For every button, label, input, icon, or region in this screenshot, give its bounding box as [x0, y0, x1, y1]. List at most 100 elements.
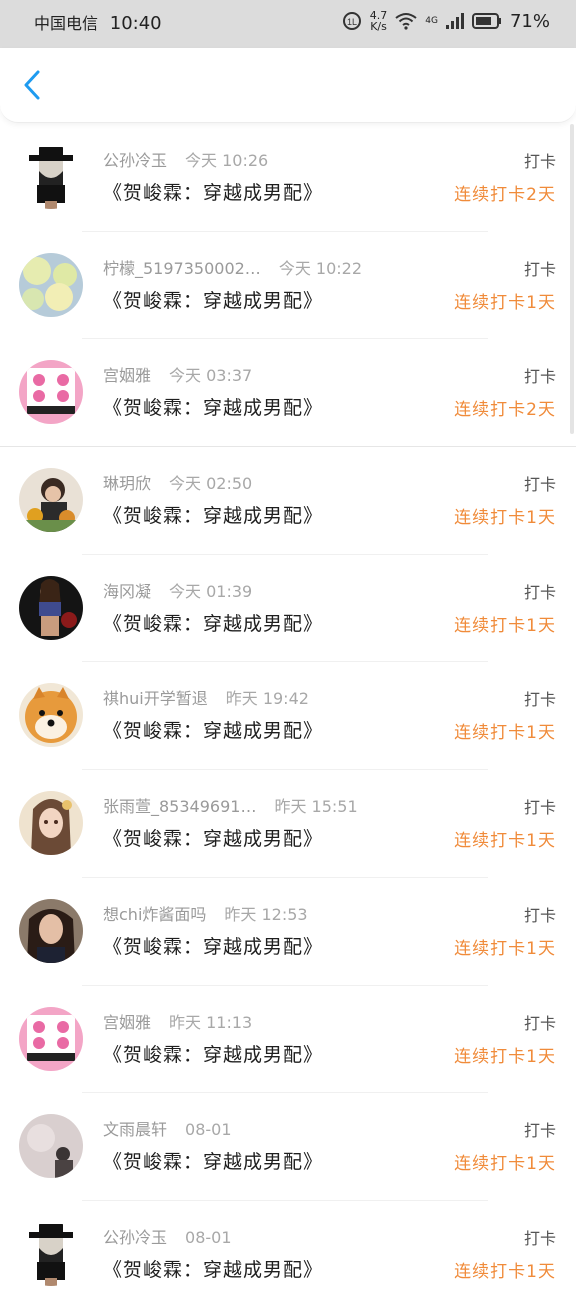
avatar[interactable]	[19, 1221, 83, 1286]
list-item[interactable]: 想chi炸酱面吗 昨天 12:53 《贺峻霖：穿越成男配》 打卡 连续打卡1天	[0, 878, 576, 986]
timestamp: 昨天 11:13	[169, 1012, 253, 1032]
book-title[interactable]: 《贺峻霖：穿越成男配》	[103, 393, 323, 420]
book-title[interactable]: 《贺峻霖：穿越成男配》	[103, 1255, 323, 1282]
username[interactable]: 公孙冷玉	[103, 1228, 167, 1247]
checkin-label: 打卡	[523, 690, 556, 710]
book-title[interactable]: 《贺峻霖：穿越成男配》	[103, 501, 323, 528]
timestamp: 昨天 19:42	[225, 689, 309, 709]
list-item[interactable]: 宫姻雅 昨天 11:13 《贺峻霖：穿越成男配》 打卡 连续打卡1天	[0, 986, 576, 1094]
battery-level: 71%	[509, 10, 550, 32]
streak-label: 连续打卡1天	[454, 615, 556, 636]
list-item[interactable]: 祺hui开学暂退 昨天 19:42 《贺峻霖：穿越成男配》 打卡 连续打卡1天	[0, 662, 576, 771]
svg-text:1L: 1L	[347, 17, 357, 27]
streak-label: 连续打卡1天	[454, 938, 556, 959]
avatar[interactable]	[19, 1006, 83, 1071]
book-title[interactable]: 《贺峻霖：穿越成男配》	[103, 1040, 323, 1067]
streak-label: 连续打卡2天	[454, 185, 556, 205]
checkin-label: 打卡	[523, 798, 556, 818]
list-item[interactable]: 宫姻雅 今天 03:37 《贺峻霖：穿越成男配》 打卡 连续打卡2天	[0, 339, 576, 448]
book-title[interactable]: 《贺峻霖：穿越成男配》	[103, 932, 323, 959]
list-item[interactable]: 公孙冷玉 08-01 《贺峻霖：穿越成男配》 打卡 连续打卡1天	[0, 1201, 576, 1309]
streak-label: 连续打卡1天	[454, 1046, 556, 1067]
avatar[interactable]	[19, 145, 83, 209]
pink-panther-avatar-icon	[19, 360, 83, 425]
list-item[interactable]: 文雨晨轩 08-01 《贺峻霖：穿越成男配》 打卡 连续打卡1天	[0, 1093, 576, 1201]
lemon-slices-avatar-icon	[19, 252, 83, 317]
list-item[interactable]: 海冈凝 今天 01:39 《贺峻霖：穿越成男配》 打卡 连续打卡1天	[0, 555, 576, 663]
username[interactable]: 公孙冷玉	[103, 151, 167, 170]
net-speed-unit: K/s	[370, 20, 387, 33]
shiba-dog-avatar-icon	[19, 683, 83, 748]
anime-girl-avatar-icon	[19, 791, 83, 856]
username[interactable]: 海冈凝	[103, 582, 151, 601]
username[interactable]: 想chi炸酱面吗	[103, 905, 206, 924]
back-button[interactable]	[18, 68, 46, 102]
book-title[interactable]: 《贺峻霖：穿越成男配》	[103, 178, 323, 205]
list-item[interactable]: 公孙冷玉 今天 10:26 《贺峻霖：穿越成男配》 打卡 连续打卡2天	[0, 124, 576, 232]
signal-icon	[445, 13, 464, 29]
username[interactable]: 琳玥欣	[103, 474, 151, 493]
avatar[interactable]	[19, 360, 83, 425]
timestamp: 昨天 12:53	[224, 904, 308, 924]
checkin-label: 打卡	[523, 1121, 556, 1141]
item-meta: 柠檬_5197350002… 今天 10:22	[103, 255, 362, 279]
list-item[interactable]: 张雨萱_85349691… 昨天 15:51 《贺峻霖：穿越成男配》 打卡 连续打…	[0, 770, 576, 878]
item-meta: 公孙冷玉 今天 10:26	[103, 147, 268, 171]
streak-label: 连续打卡1天	[454, 831, 556, 852]
username[interactable]: 宫姻雅	[103, 1013, 151, 1032]
masked-figure-avatar-icon	[19, 145, 83, 209]
clock: 10:40	[109, 13, 162, 34]
timestamp: 今天 02:50	[169, 474, 253, 494]
streak-label: 连续打卡1天	[454, 723, 556, 744]
checkin-list: 公孙冷玉 今天 10:26 《贺峻霖：穿越成男配》 打卡 连续打卡2天 柠檬_51…	[0, 124, 576, 1309]
username[interactable]: 祺hui开学暂退	[103, 689, 208, 708]
avatar[interactable]	[19, 1114, 83, 1179]
net-speed: 4.7 K/s	[370, 10, 388, 32]
streak-label: 连续打卡2天	[454, 400, 556, 421]
username[interactable]: 张雨萱_85349691…	[103, 797, 256, 816]
timestamp: 08-01	[185, 1120, 232, 1140]
streak-label: 连续打卡1天	[454, 292, 556, 313]
status-right: 1L 4.7 K/s 4G 71%	[342, 10, 550, 32]
checkin-label: 打卡	[523, 367, 556, 387]
book-title[interactable]: 《贺峻霖：穿越成男配》	[103, 609, 323, 636]
timestamp: 今天 10:26	[185, 151, 269, 170]
girl-portrait-avatar-icon	[19, 898, 83, 963]
avatar[interactable]	[19, 575, 83, 640]
avatar[interactable]	[19, 252, 83, 317]
username[interactable]: 柠檬_5197350002…	[103, 259, 261, 278]
list-item[interactable]: 柠檬_5197350002… 今天 10:22 《贺峻霖：穿越成男配》 打卡 连续…	[0, 232, 576, 340]
book-title[interactable]: 《贺峻霖：穿越成男配》	[103, 716, 323, 743]
item-meta: 海冈凝 今天 01:39	[103, 578, 252, 602]
timestamp: 今天 03:37	[169, 366, 253, 386]
wifi-icon	[395, 13, 417, 30]
timestamp: 今天 01:39	[169, 581, 253, 601]
girl-flowers-avatar-icon	[19, 468, 83, 533]
checkin-label: 打卡	[523, 152, 556, 171]
item-meta: 宫姻雅 今天 03:37	[103, 362, 252, 386]
avatar[interactable]	[19, 683, 83, 748]
book-title[interactable]: 《贺峻霖：穿越成男配》	[103, 824, 323, 851]
item-meta: 文雨晨轩 08-01	[103, 1116, 232, 1140]
book-title[interactable]: 《贺峻霖：穿越成男配》	[103, 1147, 323, 1174]
streak-label: 连续打卡1天	[454, 1154, 556, 1175]
avatar[interactable]	[19, 791, 83, 856]
item-meta: 公孙冷玉 08-01	[103, 1224, 232, 1248]
item-meta: 张雨萱_85349691… 昨天 15:51	[103, 793, 358, 817]
list-item[interactable]: 琳玥欣 今天 02:50 《贺峻霖：穿越成男配》 打卡 连续打卡1天	[0, 447, 576, 555]
checkin-label: 打卡	[523, 905, 556, 925]
blurry-person-avatar-icon	[19, 1114, 83, 1179]
checkin-label: 打卡	[523, 475, 556, 495]
chevron-left-icon	[24, 70, 40, 100]
avatar[interactable]	[19, 898, 83, 963]
checkin-label: 打卡	[523, 1228, 556, 1248]
username[interactable]: 宫姻雅	[103, 366, 151, 385]
network-type: 4G	[425, 16, 438, 26]
checkin-label: 打卡	[523, 582, 556, 602]
book-title[interactable]: 《贺峻霖：穿越成男配》	[103, 286, 323, 313]
scrollbar[interactable]	[570, 124, 574, 434]
avatar[interactable]	[19, 468, 83, 533]
status-left: 中国电信 10:40	[34, 10, 162, 34]
fitness-woman-avatar-icon	[19, 575, 83, 640]
username[interactable]: 文雨晨轩	[103, 1120, 167, 1139]
